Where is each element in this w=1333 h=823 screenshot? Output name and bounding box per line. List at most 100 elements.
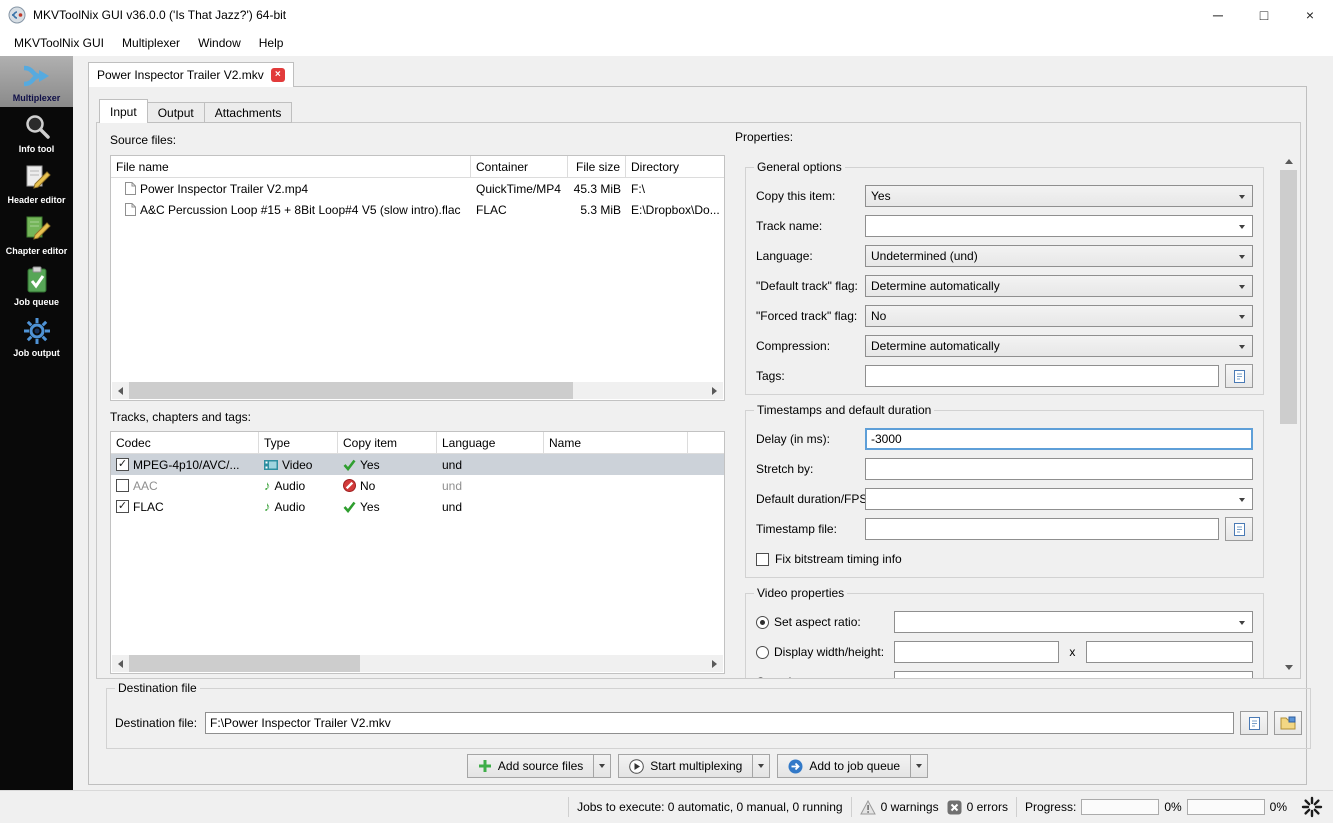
track-checkbox[interactable]: ✓ (116, 500, 129, 513)
menu-multiplexer[interactable]: Multiplexer (113, 30, 189, 56)
language-label: Language: (756, 249, 813, 263)
destination-browse-button[interactable] (1240, 711, 1268, 735)
add-to-job-queue-button[interactable]: Add to job queue (777, 754, 929, 778)
clipboard-check-icon (22, 265, 52, 295)
sidebar-item-chapter-editor[interactable]: Chapter editor (0, 209, 73, 260)
scroll-right-icon[interactable] (706, 382, 723, 399)
scroll-down-icon[interactable] (1280, 659, 1297, 676)
aspect-ratio-label: Set aspect ratio: (774, 615, 861, 629)
tracks-hscrollbar[interactable] (112, 655, 723, 672)
destination-folder-button[interactable] (1274, 711, 1302, 735)
sidebar-item-job-output[interactable]: Job output (0, 311, 73, 362)
forced-track-flag-select[interactable]: No (865, 305, 1253, 327)
scroll-thumb[interactable] (1280, 170, 1297, 425)
start-mux-dropdown-icon[interactable] (752, 755, 769, 777)
delay-input[interactable] (865, 428, 1253, 450)
display-dimensions-radio[interactable] (756, 645, 769, 659)
menu-mkvtoolnix-gui[interactable]: MKVToolNix GUI (5, 30, 113, 56)
scroll-up-icon[interactable] (1280, 153, 1297, 170)
scroll-right-icon[interactable] (706, 655, 723, 672)
add-source-files-button[interactable]: Add source files (466, 754, 612, 778)
column-header-directory[interactable]: Directory (626, 156, 724, 177)
start-multiplexing-button[interactable]: Start multiplexing (618, 754, 771, 778)
source-files-heading: Source files: (110, 133, 177, 147)
fix-bitstream-checkbox[interactable] (756, 552, 769, 566)
chevron-down-icon (1239, 255, 1245, 259)
scroll-left-icon[interactable] (112, 655, 129, 672)
track-name-combo[interactable] (865, 215, 1253, 237)
warnings-count: 0 warnings (880, 800, 939, 814)
copy-this-item-select[interactable]: Yes (865, 185, 1253, 207)
column-header-file-size[interactable]: File size (568, 156, 626, 177)
language-select[interactable]: Undetermined (und) (865, 245, 1253, 267)
stretch-by-input[interactable] (865, 458, 1253, 480)
properties-panel: General options Copy this item: Yes Trac… (735, 149, 1297, 678)
close-icon[interactable]: × (1287, 0, 1333, 30)
menu-help[interactable]: Help (250, 30, 293, 56)
sidebar-item-info-tool[interactable]: Info tool (0, 107, 73, 158)
tags-input[interactable] (865, 365, 1219, 387)
tags-browse-button[interactable] (1225, 364, 1253, 388)
menu-window[interactable]: Window (189, 30, 250, 56)
error-icon (947, 800, 962, 815)
sidebar-item-header-editor[interactable]: Header editor (0, 158, 73, 209)
source-file-row[interactable]: Power Inspector Trailer V2.mp4 QuickTime… (111, 178, 724, 199)
track-row-flac[interactable]: ✓ FLAC ♪ Audio Yes und (111, 496, 724, 517)
status-bar: Jobs to execute: 0 automatic, 0 manual, … (0, 790, 1333, 823)
destination-file-input[interactable] (205, 712, 1234, 734)
queue-arrow-icon (788, 759, 803, 774)
content-area: Power Inspector Trailer V2.mkv × Input O… (73, 56, 1333, 790)
tab-attachments[interactable]: Attachments (204, 102, 293, 123)
column-header-file-name[interactable]: File name (111, 156, 471, 177)
display-width-input[interactable] (894, 641, 1059, 663)
column-header-language[interactable]: Language (437, 432, 544, 453)
tab-output[interactable]: Output (147, 102, 205, 123)
display-dimensions-label: Display width/height: (774, 645, 885, 659)
column-header-copy-item[interactable]: Copy item (338, 432, 437, 453)
default-duration-combo[interactable] (865, 488, 1253, 510)
scroll-thumb[interactable] (129, 655, 360, 672)
tab-close-icon[interactable]: × (270, 68, 285, 82)
aspect-ratio-radio[interactable] (756, 615, 769, 629)
default-track-flag-select[interactable]: Determine automatically (865, 275, 1253, 297)
column-header-type[interactable]: Type (259, 432, 338, 453)
video-track-icon (264, 459, 278, 471)
chevron-down-icon (1239, 285, 1245, 289)
column-header-codec[interactable]: Codec (111, 432, 259, 453)
cropping-input[interactable] (894, 671, 1253, 678)
maximize-icon[interactable]: □ (1241, 0, 1287, 30)
scroll-thumb[interactable] (129, 382, 574, 399)
video-properties-group: Video properties Set aspect ratio: Displ… (745, 586, 1264, 678)
chevron-down-icon (1239, 315, 1245, 319)
compression-select[interactable]: Determine automatically (865, 335, 1253, 357)
add-source-dropdown-icon[interactable] (593, 755, 610, 777)
sidebar-item-job-queue[interactable]: Job queue (0, 260, 73, 311)
column-header-container[interactable]: Container (471, 156, 568, 177)
tracks-header: Codec Type Copy item Language Name (111, 432, 724, 454)
menubar: MKVToolNix GUI Multiplexer Window Help (0, 30, 1333, 56)
track-checkbox[interactable]: ✓ (116, 458, 129, 471)
tab-input[interactable]: Input (99, 99, 148, 123)
timestamp-file-browse-button[interactable] (1225, 517, 1253, 541)
scroll-left-icon[interactable] (112, 382, 129, 399)
sidebar-item-multiplexer[interactable]: Multiplexer (0, 56, 73, 107)
destination-file-label: Destination file: (115, 716, 198, 730)
general-options-group: General options Copy this item: Yes Trac… (745, 160, 1264, 395)
source-files-hscrollbar[interactable] (112, 382, 723, 399)
source-file-row[interactable]: A&C Percussion Loop #15 + 8Bit Loop#4 V5… (111, 199, 724, 220)
chevron-down-icon (1239, 345, 1245, 349)
aspect-ratio-combo[interactable] (894, 611, 1253, 633)
file-icon (125, 182, 136, 195)
timestamp-file-input[interactable] (865, 518, 1219, 540)
column-header-name[interactable]: Name (544, 432, 688, 453)
tracks-heading: Tracks, chapters and tags: (110, 410, 251, 424)
file-tab[interactable]: Power Inspector Trailer V2.mkv × (88, 62, 294, 87)
delay-label: Delay (in ms): (756, 432, 831, 446)
properties-vscrollbar[interactable] (1280, 153, 1297, 676)
minimize-icon[interactable]: ─ (1195, 0, 1241, 30)
track-row-video[interactable]: ✓ MPEG-4p10/AVC/... Video Yes und (111, 454, 724, 475)
track-row-aac[interactable]: AAC ♪ Audio No und (111, 475, 724, 496)
add-queue-dropdown-icon[interactable] (910, 755, 927, 777)
display-height-input[interactable] (1085, 641, 1253, 663)
track-checkbox[interactable] (116, 479, 129, 492)
